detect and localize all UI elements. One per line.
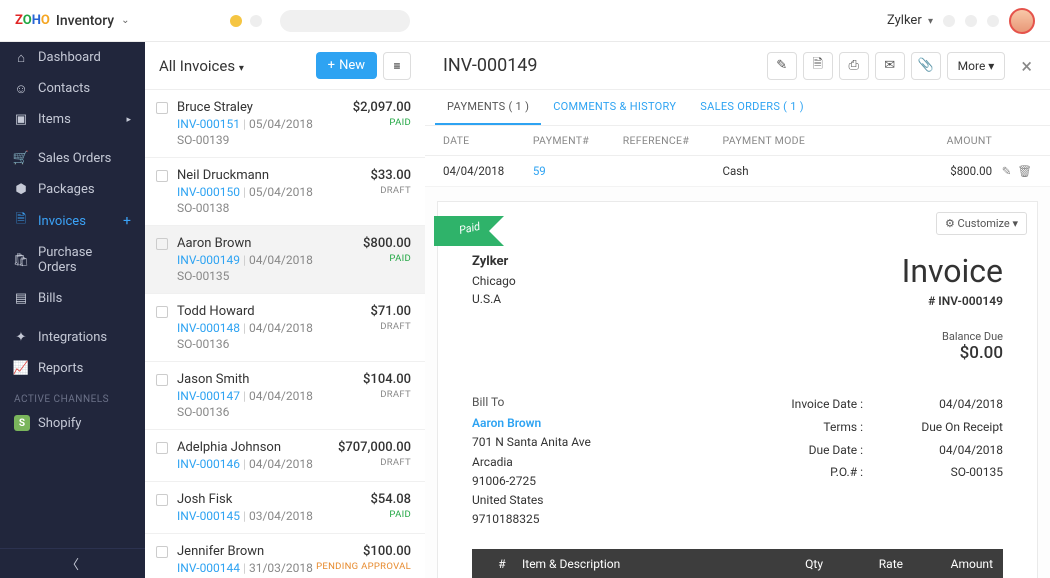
line-items-table: # Item & Description Qty Rate Amount 1 A… <box>472 549 1003 578</box>
close-icon[interactable]: × <box>1021 54 1032 78</box>
invoice-link[interactable]: INV-000148 <box>177 321 240 335</box>
tab-comments[interactable]: COMMENTS & HISTORY <box>541 90 688 125</box>
invoice-link[interactable]: INV-000147 <box>177 389 240 403</box>
invoice-heading: Invoice <box>902 252 1003 290</box>
sidebar: ⌂Dashboard ☺Contacts ▣Items▸ 🛒Sales Orde… <box>0 42 145 578</box>
payments-table: DATE PAYMENT# REFERENCE# PAYMENT MODE AM… <box>425 126 1050 187</box>
tab-payments[interactable]: PAYMENTS ( 1 ) <box>435 90 541 125</box>
pdf-button[interactable]: 🗎 <box>803 52 833 80</box>
payment-row: 04/04/2018 59 Cash $800.00 ✎🗑 <box>425 156 1050 187</box>
col-mode: PAYMENT MODE <box>723 134 903 147</box>
sidebar-item-bills[interactable]: ▤Bills <box>0 283 145 314</box>
list-menu-button[interactable]: ≡ <box>383 52 411 80</box>
sidebar-item-dashboard[interactable]: ⌂Dashboard <box>0 42 145 73</box>
invoice-link[interactable]: INV-000151 <box>177 117 240 131</box>
checkbox[interactable] <box>156 374 168 386</box>
plug-icon: ✦ <box>14 331 28 345</box>
sidebar-item-integrations[interactable]: ✦Integrations <box>0 322 145 353</box>
box-icon: ▣ <box>14 113 28 127</box>
balance-due: Balance Due $0.00 <box>902 330 1003 363</box>
topbar: ZOHO Inventory ⌄ Zylker ▾ <box>0 0 1050 42</box>
plus-icon[interactable]: + <box>123 213 131 229</box>
invoice-row[interactable]: Neil Druckmann$33.00DRAFTINV-000150|05/0… <box>145 158 425 226</box>
edit-button[interactable]: ✎ <box>767 52 797 80</box>
bag-icon: 🛍 <box>14 253 28 267</box>
col-amount: AMOUNT <box>902 134 992 147</box>
invoice-link[interactable]: INV-000149 <box>177 253 240 267</box>
invoice-row[interactable]: Aaron Brown$800.00PAIDINV-000149|04/04/2… <box>145 226 425 294</box>
search-input[interactable] <box>280 10 410 32</box>
checkbox[interactable] <box>156 494 168 506</box>
cart-icon: 🛒 <box>14 152 28 166</box>
bill-to: Bill To Aaron Brown 701 N Santa Anita Av… <box>472 393 591 529</box>
invoice-number: # INV-000149 <box>902 294 1003 308</box>
invoice-row[interactable]: Jason Smith$104.00DRAFTINV-000147|04/04/… <box>145 362 425 430</box>
company-block: Zylker Chicago U.S.A <box>472 252 516 363</box>
checkbox[interactable] <box>156 306 168 318</box>
invoice-row[interactable]: Jennifer Brown$100.00PENDING APPROVALINV… <box>145 534 425 578</box>
chevron-left-icon: 〈 <box>66 554 79 573</box>
sidebar-item-reports[interactable]: 📈Reports <box>0 353 145 384</box>
bill-icon: ▤ <box>14 292 28 306</box>
detail-title: INV-000149 <box>443 55 538 76</box>
product-name: Inventory <box>56 13 114 29</box>
invoice-row[interactable]: Todd Howard$71.00DRAFTINV-000148|04/04/2… <box>145 294 425 362</box>
billto-name[interactable]: Aaron Brown <box>472 414 591 433</box>
sidebar-item-salesorders[interactable]: 🛒Sales Orders <box>0 143 145 174</box>
shopify-icon: S <box>14 415 30 431</box>
invoice-row[interactable]: Bruce Straley$2,097.00PAIDINV-000151|05/… <box>145 90 425 158</box>
sidebar-item-packages[interactable]: ⬢Packages <box>0 174 145 205</box>
new-button[interactable]: + New <box>316 52 377 79</box>
logo[interactable]: ZOHO Inventory ⌄ <box>15 13 130 29</box>
checkbox[interactable] <box>156 546 168 558</box>
detail-panel: INV-000149 ✎ 🗎 ⎙ ✉ 📎 More ▾ × PAYMENTS (… <box>425 42 1050 578</box>
invoice-list-panel: All Invoices ▾ + New ≡ Bruce Straley$2,0… <box>145 42 425 578</box>
invoice-link[interactable]: INV-000146 <box>177 457 240 471</box>
invoice-link[interactable]: INV-000145 <box>177 509 240 523</box>
invoice-row[interactable]: Josh Fisk$54.08PAIDINV-000145|03/04/2018 <box>145 482 425 534</box>
sidebar-item-items[interactable]: ▣Items▸ <box>0 104 145 135</box>
package-icon: ⬢ <box>14 183 28 197</box>
delete-icon[interactable]: 🗑 <box>1017 164 1032 178</box>
invoice-icon: 🗎 <box>14 214 28 228</box>
chevron-down-icon[interactable]: ⌄ <box>121 15 129 26</box>
paid-ribbon: Paid <box>434 216 514 246</box>
col-date: DATE <box>443 134 533 147</box>
customize-button[interactable]: ⚙ Customize ▾ <box>936 212 1027 235</box>
org-switcher[interactable]: Zylker ▾ <box>887 13 933 28</box>
invoice-link[interactable]: INV-000144 <box>177 561 240 575</box>
sidebar-collapse[interactable]: 〈 <box>0 548 145 578</box>
invoice-meta: Invoice Date :04/04/2018 Terms :Due On R… <box>773 393 1003 529</box>
edit-icon[interactable]: ✎ <box>1002 164 1012 178</box>
payment-link[interactable]: 59 <box>533 164 546 178</box>
avatar[interactable] <box>1009 8 1035 34</box>
detail-tabs: PAYMENTS ( 1 ) COMMENTS & HISTORY SALES … <box>425 90 1050 126</box>
checkbox[interactable] <box>156 102 168 114</box>
print-button[interactable]: ⎙ <box>839 52 869 80</box>
tab-salesorders[interactable]: SALES ORDERS ( 1 ) <box>688 90 816 125</box>
chart-icon: 📈 <box>14 362 28 376</box>
email-button[interactable]: ✉ <box>875 52 905 80</box>
sidebar-channel-shopify[interactable]: SShopify <box>0 409 145 437</box>
checkbox[interactable] <box>156 442 168 454</box>
invoice-link[interactable]: INV-000150 <box>177 185 240 199</box>
checkbox[interactable] <box>156 238 168 250</box>
sidebar-item-invoices[interactable]: 🗎Invoices+ <box>0 205 145 237</box>
sidebar-item-purchaseorders[interactable]: 🛍Purchase Orders <box>0 237 145 283</box>
sidebar-section-label: ACTIVE CHANNELS <box>0 384 145 409</box>
sidebar-item-contacts[interactable]: ☺Contacts <box>0 73 145 104</box>
list-title[interactable]: All Invoices ▾ <box>159 57 244 75</box>
invoice-row[interactable]: Adelphia Johnson$707,000.00DRAFTINV-0001… <box>145 430 425 482</box>
checkbox[interactable] <box>156 170 168 182</box>
app-switcher-dots <box>230 10 410 32</box>
more-button[interactable]: More ▾ <box>947 52 1006 80</box>
attach-button[interactable]: 📎 <box>911 52 941 80</box>
col-payment-num: PAYMENT# <box>533 134 623 147</box>
invoice-document: Paid ⚙ Customize ▾ Zylker Chicago U.S.A … <box>437 201 1038 578</box>
home-icon: ⌂ <box>14 51 28 65</box>
chevron-right-icon: ▸ <box>126 115 131 125</box>
col-reference: REFERENCE# <box>623 134 723 147</box>
user-icon: ☺ <box>14 82 28 96</box>
